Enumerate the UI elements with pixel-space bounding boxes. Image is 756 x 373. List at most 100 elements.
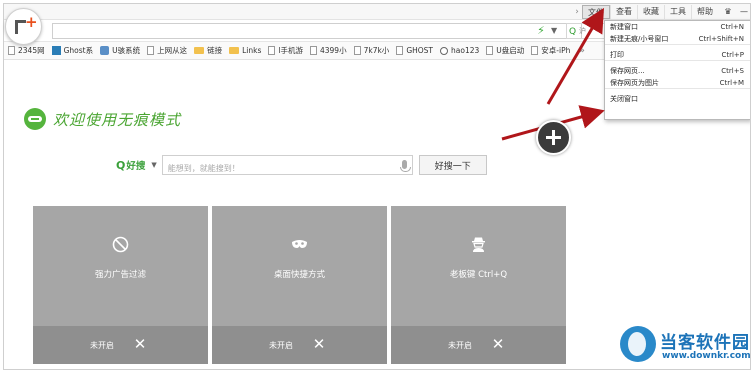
search-row: Q 好搜 ▼ 好搜一下 <box>116 154 487 178</box>
page-icon <box>309 46 317 55</box>
bookmark-item[interactable]: 4399小 <box>309 45 347 56</box>
search-engine-selector[interactable]: Q 好搜 ▼ <box>116 158 157 173</box>
bookmarks-more-button[interactable]: » <box>579 46 585 56</box>
close-icon[interactable]: ✕ <box>133 335 147 353</box>
menu-item-shortcut: Ctrl+P <box>721 51 744 59</box>
boss-icon <box>472 237 485 252</box>
search-input[interactable] <box>162 159 393 178</box>
close-icon[interactable]: ✕ <box>491 335 505 353</box>
bookmark-item[interactable]: GHOST <box>396 46 433 55</box>
bookmark-item[interactable]: U盘启动 <box>486 45 524 56</box>
block-icon <box>112 236 129 253</box>
search-engine-label: 好搜 <box>126 161 146 172</box>
chevron-down-icon: ▼ <box>151 161 157 169</box>
bookmark-item[interactable]: l手机游 <box>268 45 303 56</box>
feature-card-title: 老板键 Ctrl+Q <box>449 270 508 280</box>
chevron-right-icon[interactable]: › <box>572 7 582 17</box>
bookmark-label: GHOST <box>406 46 434 55</box>
welcome-heading: 欢迎使用无痕模式 <box>24 108 181 130</box>
plus-icon: + <box>25 13 38 31</box>
bookmark-label: 7k7k小 <box>363 46 390 55</box>
lightning-icon[interactable]: ⚡ <box>536 24 546 38</box>
feature-card-footer: 未开启 ✕ <box>391 326 566 364</box>
haosou-logo-icon: Q <box>116 158 126 172</box>
menu-help[interactable]: 帮助 <box>691 5 718 19</box>
bookmark-label: hao123 <box>451 46 480 55</box>
address-bar[interactable] <box>52 23 582 39</box>
watermark-logo-icon <box>620 326 656 362</box>
feature-card-boss-key[interactable]: 老板键 Ctrl+Q 未开启 ✕ <box>391 206 566 364</box>
new-tab-badge-icon[interactable]: + <box>5 8 42 45</box>
plus-circle-icon <box>536 120 571 155</box>
bookmark-item[interactable]: 安卓-iPh <box>531 45 570 56</box>
bookmark-label: 上网从这 <box>157 46 188 55</box>
menu-item-label: 保存网页... <box>610 67 645 75</box>
bookmark-item[interactable]: 7k7k小 <box>353 45 390 56</box>
search-button[interactable]: 好搜一下 <box>418 155 487 175</box>
welcome-title: 欢迎使用无痕模式 <box>53 110 182 129</box>
feature-status: 未开启 <box>448 341 472 350</box>
skin-icon[interactable]: ♛ <box>722 6 734 18</box>
bookmark-label: U盘启动 <box>496 46 525 55</box>
bookmark-label: 安卓-iPh <box>541 46 571 55</box>
microphone-icon[interactable] <box>399 160 411 172</box>
mask-icon <box>292 240 307 248</box>
browser-window: › 文件 查看 收藏 工具 帮助 ♛ — ⚡ ▼ Q 沪 2345网 Ghost… <box>3 3 751 370</box>
feature-card-title: 强力广告过滤 <box>94 270 146 280</box>
feature-card-ad-filter[interactable]: 强力广告过滤 未开启 ✕ <box>33 206 208 364</box>
toolbar-search-box[interactable]: Q 沪 <box>566 23 606 39</box>
toolbar-search-placeholder: 沪 <box>579 27 586 35</box>
menu-item-shortcut: Ctrl+M <box>719 79 744 87</box>
feature-card-footer: 未开启 ✕ <box>33 326 208 364</box>
page-icon <box>147 46 155 55</box>
watermark: 当客软件园 www.downkr.com <box>620 324 754 370</box>
chevron-down-icon[interactable]: ▼ <box>551 24 563 38</box>
bookmark-item[interactable]: 链接 <box>194 45 222 56</box>
folder-icon <box>229 47 240 54</box>
top-menu-bar: › 文件 查看 收藏 工具 帮助 ♛ — <box>4 4 750 20</box>
feature-card-footer: 未开启 ✕ <box>212 326 387 364</box>
feature-card-desktop-shortcut[interactable]: 桌面快捷方式 未开启 ✕ <box>212 206 387 364</box>
file-menu-dropdown: 新建窗口 Ctrl+N 新建无痕/小号窗口 Ctrl+Shift+N 打印 Ctrl+… <box>604 20 750 120</box>
menu-item-shortcut: Ctrl+Shift+N <box>698 35 744 43</box>
bookmark-item[interactable]: Links <box>229 46 261 55</box>
menu-item-save-page[interactable]: 保存网页... Ctrl+S <box>605 65 750 77</box>
folder-icon <box>194 47 205 54</box>
menu-favorites[interactable]: 收藏 <box>637 5 664 19</box>
page-icon <box>486 46 494 55</box>
minimize-icon[interactable]: — <box>738 6 750 18</box>
menu-item-new-incognito-window[interactable]: 新建无痕/小号窗口 Ctrl+Shift+N <box>605 33 750 45</box>
feature-card-title: 桌面快捷方式 <box>273 270 325 280</box>
bookmark-label: Ghost系 <box>63 46 94 55</box>
bookmark-label: l手机游 <box>278 46 303 55</box>
bookmark-label: 链接 <box>207 46 223 55</box>
feature-status: 未开启 <box>90 341 114 350</box>
menu-tools[interactable]: 工具 <box>664 5 691 19</box>
u-icon <box>100 46 110 55</box>
menu-file[interactable]: 文件 <box>582 5 610 19</box>
search-icon: Q <box>569 27 577 37</box>
menu-item-new-window[interactable]: 新建窗口 Ctrl+N <box>605 21 750 33</box>
hao-icon <box>440 46 449 55</box>
page-icon <box>353 46 361 55</box>
bookmark-item[interactable]: Ghost系 <box>51 45 94 56</box>
feature-status: 未开启 <box>269 341 293 350</box>
page-icon <box>268 46 276 55</box>
bookmark-item[interactable]: U骇系统 <box>100 45 140 56</box>
close-icon[interactable]: ✕ <box>312 335 326 353</box>
bookmark-item[interactable]: hao123 <box>440 46 479 55</box>
menu-bar: › 文件 查看 收藏 工具 帮助 ♛ — <box>572 5 750 19</box>
menu-view[interactable]: 查看 <box>610 5 637 19</box>
menu-item-shortcut: Ctrl+N <box>720 23 744 31</box>
search-box <box>161 155 413 178</box>
menu-item-shortcut: Ctrl+S <box>721 67 744 75</box>
menu-item-print[interactable]: 打印 Ctrl+P <box>605 49 750 61</box>
menu-item-close-window[interactable]: 关闭窗口 <box>605 93 750 105</box>
incognito-mask-icon <box>24 108 46 130</box>
watermark-url: www.downkr.com <box>662 351 751 361</box>
menu-item-label: 保存网页为图片 <box>610 79 659 87</box>
bookmark-item[interactable]: 2345网 <box>8 45 45 56</box>
menu-item-label: 打印 <box>610 51 624 59</box>
menu-item-save-page-as-image[interactable]: 保存网页为图片 Ctrl+M <box>605 77 750 89</box>
bookmark-item[interactable]: 上网从这 <box>147 45 187 56</box>
